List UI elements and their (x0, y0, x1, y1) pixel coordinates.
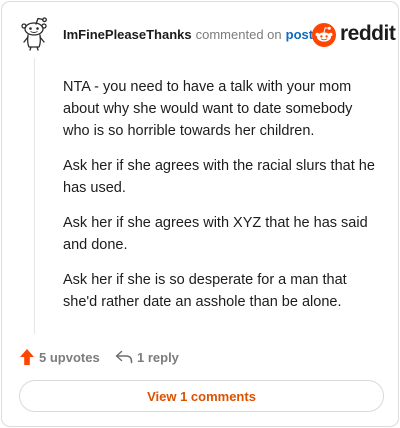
reddit-brand[interactable]: reddit (312, 22, 396, 47)
reply-count: 1 reply (137, 349, 179, 365)
upvote-count: 5 upvotes (39, 349, 100, 365)
reply-button[interactable]: 1 reply (115, 347, 179, 367)
upvote-button[interactable]: 5 upvotes (19, 347, 100, 367)
thread-line (34, 58, 35, 334)
post-link[interactable]: post (286, 27, 313, 42)
author-name[interactable]: ImFinePleaseThanks (63, 27, 192, 42)
comment-card: ImFinePleaseThanks commented on post reddi… (1, 1, 399, 427)
view-comments-button[interactable]: View 1 comments (19, 380, 384, 412)
author-line: ImFinePleaseThanks commented on post (63, 27, 313, 43)
comment-paragraph: Ask her if she agrees with XYZ that he h… (63, 215, 368, 253)
upvote-arrow-icon (19, 348, 35, 366)
comment-actions: 5 upvotes 1 reply (19, 347, 379, 367)
reply-arrow-icon (115, 350, 133, 364)
snoo-avatar-icon[interactable] (19, 16, 49, 52)
comment-paragraph: Ask her if she agrees with the racial sl… (63, 158, 375, 196)
reddit-logo-icon (312, 23, 336, 47)
action-text: commented on (195, 27, 282, 42)
comment-paragraph: Ask her if she is so desperate for a man… (63, 272, 347, 310)
comment-paragraph: NTA - you need to have a talk with your … (63, 79, 353, 139)
comment-header: ImFinePleaseThanks commented on post reddi… (2, 2, 398, 60)
comment-body: NTA - you need to have a talk with your … (63, 76, 381, 326)
reddit-wordmark: reddit (340, 22, 396, 45)
